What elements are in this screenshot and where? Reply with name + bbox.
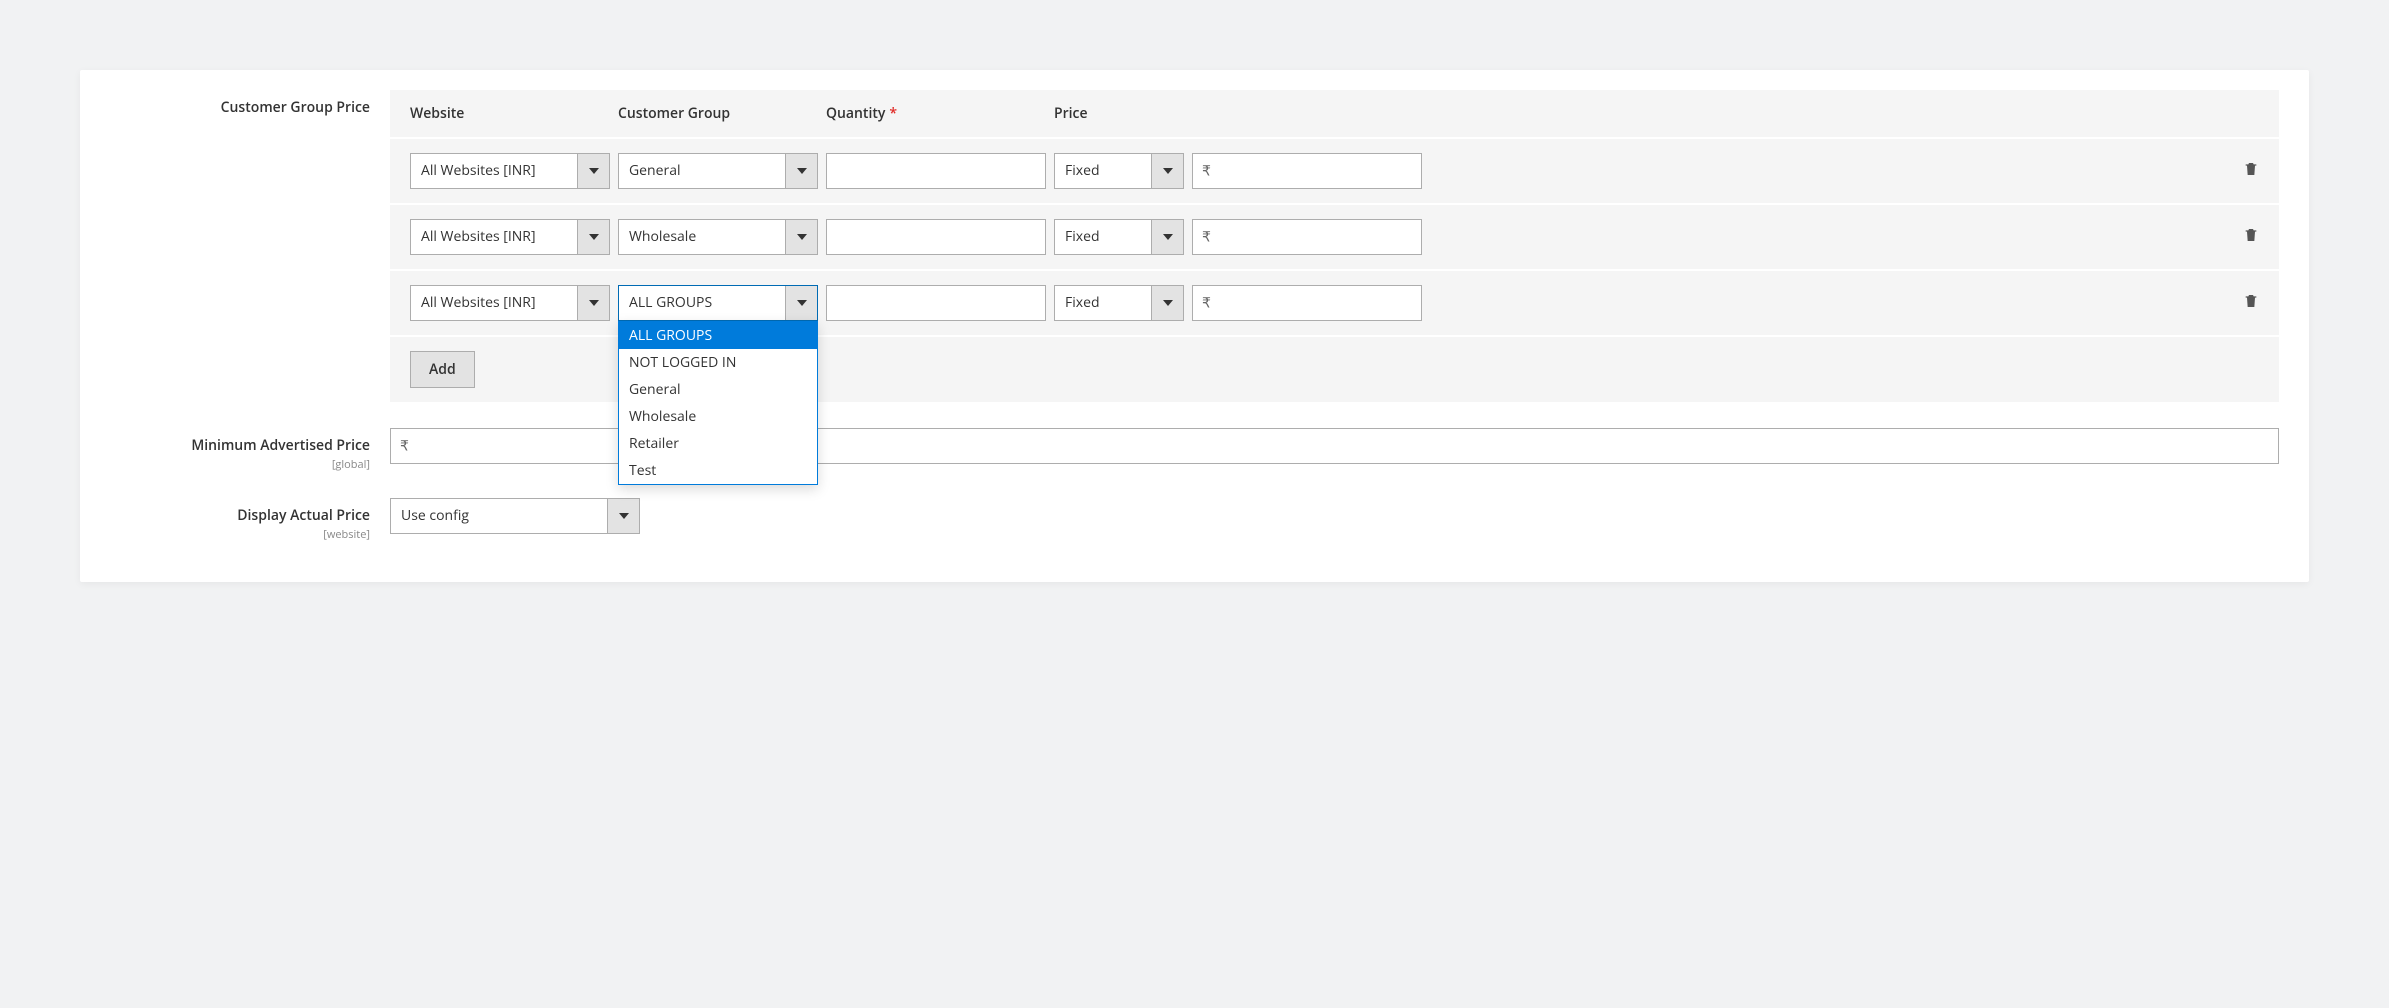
quantity-input[interactable] (826, 153, 1046, 189)
table-row: All Websites [INR] General Fixed (390, 137, 2279, 203)
scope-label: [website] (110, 527, 370, 542)
col-header-price: Price (1054, 104, 1184, 123)
website-select[interactable]: All Websites [INR] (410, 153, 610, 189)
display-actual-price-label: Display Actual Price [website] (110, 498, 390, 542)
price-input[interactable] (1192, 153, 1422, 189)
required-asterisk: * (889, 104, 897, 123)
price-input[interactable] (1192, 285, 1422, 321)
table-row: All Websites [INR] Wholesale Fixed (390, 203, 2279, 269)
price-type-select[interactable]: Fixed (1054, 219, 1184, 255)
chevron-down-icon[interactable] (577, 220, 609, 254)
customer-group-select[interactable]: Wholesale (618, 219, 818, 255)
chevron-down-icon[interactable] (577, 286, 609, 320)
col-header-group: Customer Group (618, 104, 818, 123)
scope-label: [global] (110, 457, 370, 472)
dropdown-option[interactable]: Wholesale (619, 403, 817, 430)
customer-group-price-label: Customer Group Price (110, 90, 390, 117)
chevron-down-icon[interactable] (785, 220, 817, 254)
website-select[interactable]: All Websites [INR] (410, 219, 610, 255)
table-row: All Websites [INR] ALL GROUPS ALL GROUPS… (390, 269, 2279, 335)
chevron-down-icon[interactable] (1151, 154, 1183, 188)
dropdown-option[interactable]: ALL GROUPS (619, 322, 817, 349)
price-type-select[interactable]: Fixed (1054, 153, 1184, 189)
chevron-down-icon[interactable] (577, 154, 609, 188)
website-select[interactable]: All Websites [INR] (410, 285, 610, 321)
tier-header-row: Website Customer Group Quantity* Price (390, 90, 2279, 137)
dropdown-option[interactable]: Retailer (619, 430, 817, 457)
price-type-select[interactable]: Fixed (1054, 285, 1184, 321)
display-actual-price-select[interactable]: Use config (390, 498, 640, 534)
quantity-input[interactable] (826, 285, 1046, 321)
dropdown-option[interactable]: NOT LOGGED IN (619, 349, 817, 376)
trash-icon[interactable] (2243, 226, 2259, 244)
chevron-down-icon[interactable] (1151, 286, 1183, 320)
tier-price-table: Website Customer Group Quantity* Price A… (390, 90, 2279, 402)
chevron-down-icon[interactable] (785, 286, 817, 320)
trash-icon[interactable] (2243, 160, 2259, 178)
dropdown-option[interactable]: Test (619, 457, 817, 484)
currency-prefix: ₹ (1202, 228, 1211, 247)
chevron-down-icon[interactable] (785, 154, 817, 188)
price-input[interactable] (1192, 219, 1422, 255)
chevron-down-icon[interactable] (607, 499, 639, 533)
col-header-website: Website (410, 104, 610, 123)
customer-group-dropdown: ALL GROUPS NOT LOGGED IN General Wholesa… (618, 321, 818, 485)
currency-prefix: ₹ (400, 437, 409, 456)
currency-prefix: ₹ (1202, 162, 1211, 181)
customer-group-select[interactable]: ALL GROUPS ALL GROUPS NOT LOGGED IN Gene… (618, 285, 818, 321)
col-header-quantity: Quantity* (826, 104, 1046, 123)
chevron-down-icon[interactable] (1151, 220, 1183, 254)
trash-icon[interactable] (2243, 292, 2259, 310)
dropdown-option[interactable]: General (619, 376, 817, 403)
quantity-input[interactable] (826, 219, 1046, 255)
customer-group-select[interactable]: General (618, 153, 818, 189)
currency-prefix: ₹ (1202, 294, 1211, 313)
add-button[interactable]: Add (410, 351, 475, 388)
min-adv-price-label: Minimum Advertised Price [global] (110, 428, 390, 472)
